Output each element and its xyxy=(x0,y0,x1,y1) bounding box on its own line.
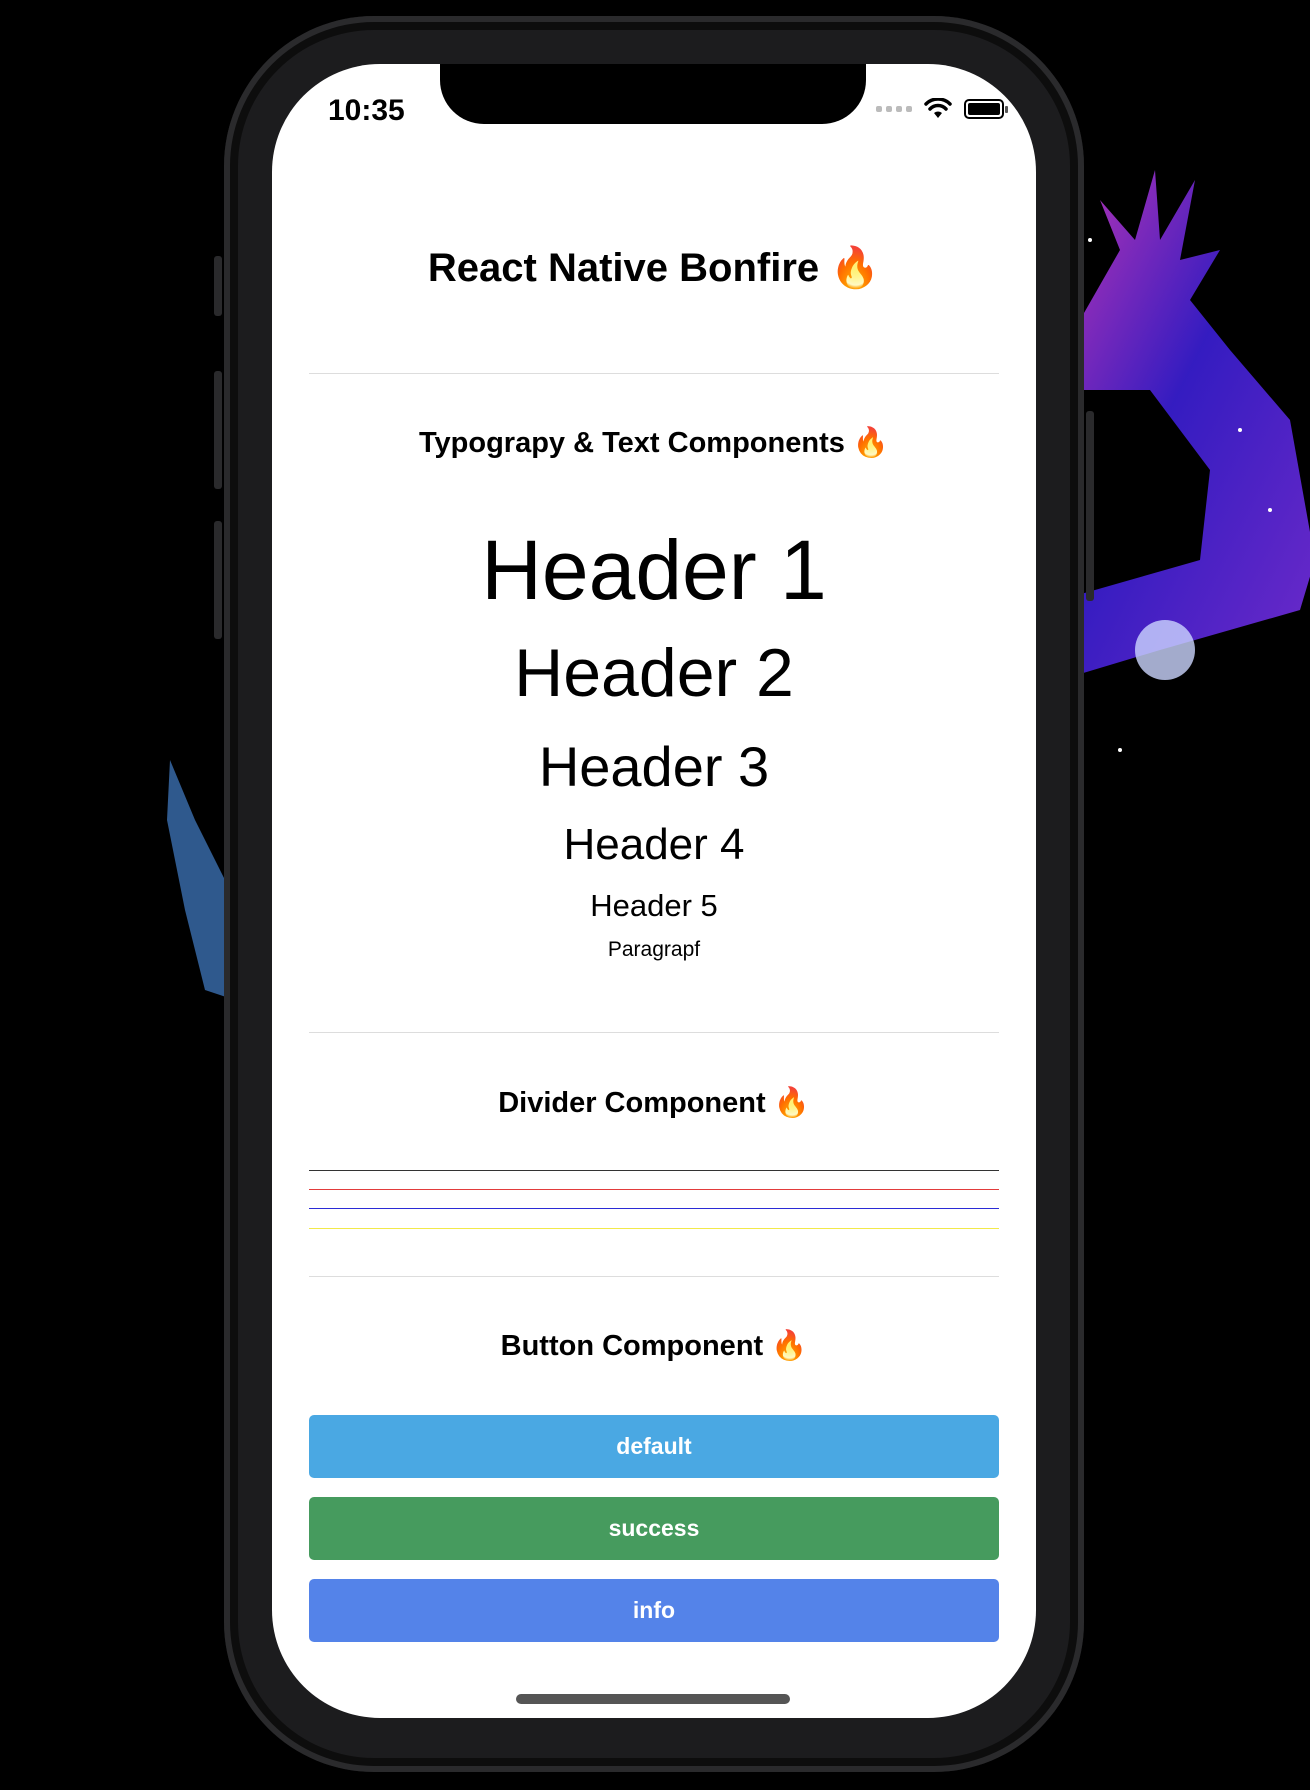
divider-section-title: Divider Component 🔥 xyxy=(498,1087,810,1119)
battery-icon xyxy=(964,99,1008,119)
phone-screen: 10:35 React Native Bonfire 🔥 Typograpy &… xyxy=(272,64,1036,1718)
home-indicator[interactable] xyxy=(516,1694,790,1704)
status-time: 10:35 xyxy=(328,94,405,127)
header-5: Header 5 xyxy=(590,888,718,923)
wifi-icon xyxy=(924,98,952,118)
section-separator xyxy=(309,373,999,374)
header-4: Header 4 xyxy=(563,820,745,869)
button-section-title: Button Component 🔥 xyxy=(500,1330,808,1362)
section-separator xyxy=(309,1032,999,1033)
phone-power-button xyxy=(1086,411,1094,601)
status-icons xyxy=(876,98,1008,120)
cosmic-arm-illustration xyxy=(1060,170,1310,752)
header-1: Header 1 xyxy=(481,523,827,617)
notch xyxy=(440,64,866,124)
phone-volume-down-button xyxy=(214,521,222,639)
signal-icon xyxy=(876,106,912,112)
header-3: Header 3 xyxy=(538,735,770,798)
phone-volume-up-button xyxy=(214,371,222,489)
divider-blue xyxy=(309,1208,999,1209)
section-separator xyxy=(309,1276,999,1277)
divider-red xyxy=(309,1189,999,1190)
default-button[interactable]: default xyxy=(309,1415,999,1478)
info-button[interactable]: info xyxy=(309,1579,999,1642)
divider-yellow xyxy=(309,1228,999,1229)
typography-section-title: Typograpy & Text Components 🔥 xyxy=(418,427,890,459)
app-title: React Native Bonfire 🔥 xyxy=(427,246,881,290)
paragraph: Paragrapf xyxy=(607,938,701,961)
success-button[interactable]: success xyxy=(309,1497,999,1560)
divider-dark xyxy=(309,1170,999,1171)
phone-side-button xyxy=(214,256,222,316)
header-2: Header 2 xyxy=(514,635,794,711)
